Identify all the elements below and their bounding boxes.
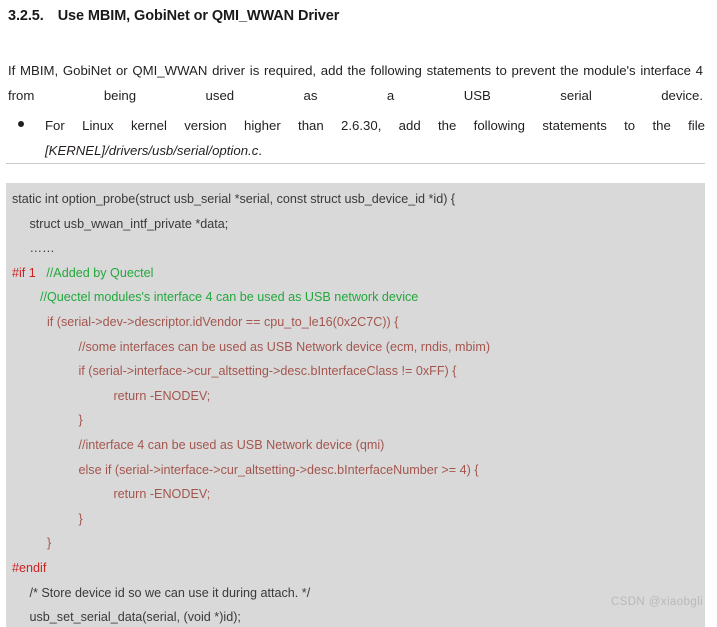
code-line: if (serial->dev->descriptor.idVendor == … [6, 310, 705, 335]
code-line: } [6, 507, 705, 532]
code-line-text: //interface 4 can be used as USB Network… [12, 437, 385, 452]
code-line: #if 1 //Added by Quectel [6, 261, 705, 286]
code-line: usb_set_serial_data(serial, (void *)id); [6, 605, 705, 627]
code-line-text: usb_set_serial_data(serial, (void *)id); [12, 610, 241, 625]
code-line-text: return -ENODEV; [12, 388, 211, 403]
code-line-text: return -ENODEV; [12, 487, 211, 502]
kernel-file-path: [KERNEL]/drivers/usb/serial/option.c [45, 143, 259, 158]
code-line: if (serial->interface->cur_altsetting->d… [6, 359, 705, 384]
code-line: else if (serial->interface->cur_altsetti… [6, 458, 705, 483]
code-line: //some interfaces can be used as USB Net… [6, 335, 705, 360]
section-title: Use MBIM, GobiNet or QMI_WWAN Driver [57, 8, 340, 24]
code-line: #endif [6, 556, 705, 581]
document-page: 3.2.5. Use MBIM, GobiNet or QMI_WWAN Driv… [0, 0, 717, 627]
bullet-item-line2: [KERNEL]/drivers/usb/serial/option.c. [45, 138, 705, 163]
bullet-dot-icon [18, 121, 24, 127]
code-line: …… [6, 236, 705, 261]
csdn-watermark: CSDN @xiaobgli [610, 596, 703, 608]
section-heading: 3.2.5. Use MBIM, GobiNet or QMI_WWAN Driv… [8, 8, 339, 24]
horizontal-rule [6, 163, 705, 164]
code-line-text: //Quectel modules's interface 4 can be u… [12, 290, 419, 305]
code-line: return -ENODEV; [6, 384, 705, 409]
bullet-line2-tail: . [258, 143, 262, 158]
code-line-text: } [12, 413, 83, 428]
code-line-text: #if 1 [12, 265, 47, 280]
code-line-text: } [12, 511, 83, 526]
code-line: //Quectel modules's interface 4 can be u… [6, 285, 705, 310]
code-line: } [6, 531, 705, 556]
code-line: /* Store device id so we can use it duri… [6, 581, 705, 606]
code-line-text: } [12, 536, 52, 551]
code-line-text: if (serial->interface->cur_altsetting->d… [12, 364, 457, 379]
code-line-text: if (serial->dev->descriptor.idVendor == … [12, 314, 399, 329]
code-line: static int option_probe(struct usb_seria… [6, 187, 705, 212]
code-line-text: static int option_probe(struct usb_seria… [12, 192, 456, 206]
code-line: return -ENODEV; [6, 482, 705, 507]
code-line: struct usb_wwan_intf_private *data; [6, 212, 705, 237]
code-line-text: /* Store device id so we can use it duri… [12, 585, 311, 600]
code-line: //interface 4 can be used as USB Network… [6, 433, 705, 458]
code-line-text: //some interfaces can be used as USB Net… [12, 339, 491, 354]
code-line-text: #endif [12, 560, 47, 575]
code-line-text: else if (serial->interface->cur_altsetti… [12, 462, 479, 477]
bullet-item-body: For Linux kernel version higher than 2.6… [45, 113, 705, 163]
code-line: } [6, 408, 705, 433]
code-line-text: struct usb_wwan_intf_private *data; [12, 216, 229, 231]
section-number: 3.2.5. [8, 8, 44, 24]
code-inline-comment: //Added by Quectel [46, 265, 154, 280]
bullet-item-line1: For Linux kernel version higher than 2.6… [45, 118, 705, 133]
code-line-text: …… [12, 241, 55, 256]
code-snippet-block: static int option_probe(struct usb_seria… [6, 183, 705, 627]
bullet-list-item: For Linux kernel version higher than 2.6… [8, 113, 705, 163]
